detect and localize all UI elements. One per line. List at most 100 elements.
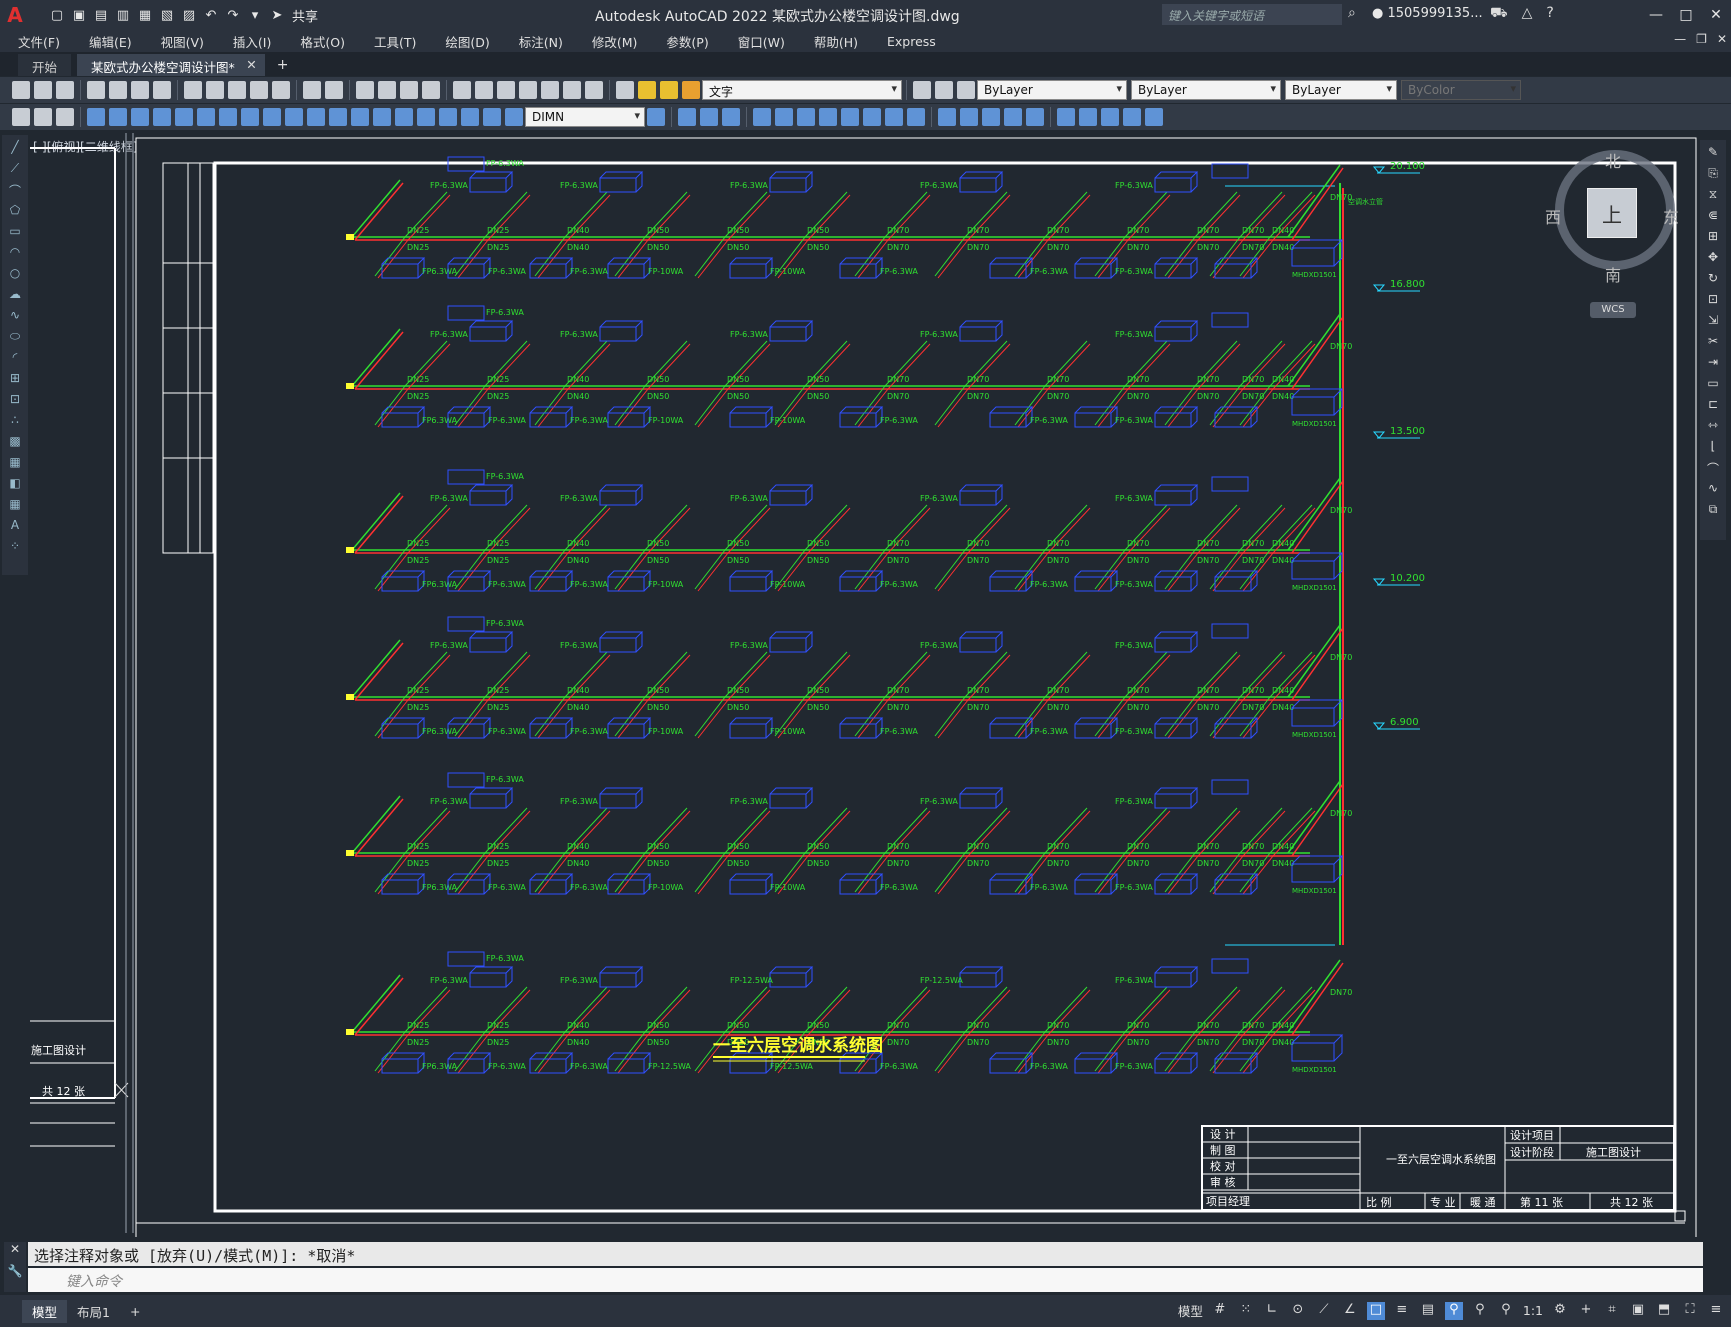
compass-north[interactable]: 北: [1605, 148, 1621, 172]
new-icon[interactable]: [12, 81, 30, 99]
annotation-visibility-icon[interactable]: ⚲: [1444, 1301, 1463, 1320]
dim-ordinate-icon[interactable]: [153, 108, 171, 126]
ellipse-icon[interactable]: ⬭: [7, 329, 23, 345]
customize-qat-icon[interactable]: ▾: [246, 6, 264, 24]
menu-help[interactable]: 帮助(H): [814, 32, 858, 51]
markup-icon[interactable]: [541, 81, 559, 99]
mirror-icon[interactable]: [722, 108, 740, 126]
zoom-previous-icon[interactable]: [422, 81, 440, 99]
polygon-icon[interactable]: ⬠: [7, 203, 23, 219]
ellipse-arc-icon[interactable]: ◜: [7, 350, 23, 366]
trim-icon[interactable]: [885, 108, 903, 126]
point-icon[interactable]: [1101, 108, 1119, 126]
hatch-icon[interactable]: [1123, 108, 1141, 126]
hatch-draw-icon[interactable]: ▩: [7, 434, 23, 450]
dim-space-icon[interactable]: [329, 108, 347, 126]
customize-command-icon[interactable]: 🔧: [4, 1264, 26, 1278]
print-icon[interactable]: ▨: [180, 6, 198, 24]
undo-icon[interactable]: ↶: [202, 6, 220, 24]
erase-icon[interactable]: [678, 108, 696, 126]
move-icon[interactable]: [797, 108, 815, 126]
dim-linear-icon[interactable]: [87, 108, 105, 126]
rotate-right-icon[interactable]: ↻: [1705, 271, 1721, 287]
tab-start[interactable]: 开始: [18, 54, 72, 76]
user-account[interactable]: ● 1505999135...: [1372, 6, 1483, 21]
dim-baseline-icon[interactable]: [285, 108, 303, 126]
menu-draw[interactable]: 绘图(D): [445, 32, 489, 51]
break-icon[interactable]: [938, 108, 956, 126]
linetype-dropdown[interactable]: ByLayer: [1131, 80, 1281, 100]
arc-length-icon[interactable]: [56, 108, 74, 126]
menu-dimension[interactable]: 标注(N): [519, 32, 563, 51]
rectangle-icon[interactable]: ▭: [7, 224, 23, 240]
viewcube[interactable]: 上 北 南 西 东: [1545, 148, 1679, 285]
customization-icon[interactable]: ≡: [1707, 1302, 1725, 1320]
offset-right-icon[interactable]: ⋐: [1705, 208, 1721, 224]
layer-color-dropdown[interactable]: ByLayer: [977, 80, 1127, 100]
redo-tool-icon[interactable]: [325, 81, 343, 99]
dim-update-icon[interactable]: [505, 108, 523, 126]
doc-restore-icon[interactable]: ❐: [1696, 32, 1707, 46]
tab-close-icon[interactable]: ✕: [246, 57, 256, 72]
compass-west[interactable]: 西: [1545, 204, 1561, 228]
model-space-toggle[interactable]: 模型: [1178, 1301, 1203, 1320]
ortho-icon[interactable]: ∟: [1263, 1302, 1281, 1320]
dim-arc-icon[interactable]: [131, 108, 149, 126]
block-editor-icon[interactable]: [272, 81, 290, 99]
tool-palettes-icon[interactable]: [497, 81, 515, 99]
region-icon[interactable]: [1145, 108, 1163, 126]
extend-icon[interactable]: [907, 108, 925, 126]
preview-icon[interactable]: [109, 81, 127, 99]
table-icon[interactable]: ▦: [7, 497, 23, 513]
break-right-icon[interactable]: ⊏: [1705, 397, 1721, 413]
publish-icon[interactable]: ▦: [136, 6, 154, 24]
calculator-icon[interactable]: [563, 81, 581, 99]
dim-jogged-icon[interactable]: [197, 108, 215, 126]
open-file-icon[interactable]: ▣: [70, 6, 88, 24]
doc-close-icon[interactable]: ✕: [1717, 32, 1727, 46]
erase-right-icon[interactable]: ✎: [1705, 145, 1721, 161]
join-icon[interactable]: [960, 108, 978, 126]
explode-right-icon[interactable]: ⧉: [1705, 502, 1721, 518]
autocad-logo-icon[interactable]: A: [0, 0, 30, 30]
arc-icon[interactable]: ◠: [7, 245, 23, 261]
plot-icon[interactable]: ▧: [158, 6, 176, 24]
scale-icon[interactable]: [841, 108, 859, 126]
spline-icon[interactable]: ∿: [7, 308, 23, 324]
doc-minimize-icon[interactable]: —: [1674, 32, 1686, 46]
add-selected-icon[interactable]: ⁘: [7, 539, 23, 555]
annotation-scale-value[interactable]: 1:1: [1523, 1303, 1543, 1318]
polar-icon[interactable]: ⊙: [1289, 1302, 1307, 1320]
pan-icon[interactable]: [356, 81, 374, 99]
layer-dropdown[interactable]: 文字: [702, 80, 902, 100]
construction-line-icon[interactable]: ⟋: [7, 161, 23, 177]
save-as-icon[interactable]: ▥: [114, 6, 132, 24]
menu-edit[interactable]: 编辑(E): [89, 32, 132, 51]
array-icon[interactable]: [775, 108, 793, 126]
line-icon[interactable]: ╱: [7, 140, 23, 156]
maximize-icon[interactable]: □: [1671, 0, 1701, 30]
publish-tool-icon[interactable]: [131, 81, 149, 99]
annotation-scale-icon[interactable]: ⚲: [1497, 1302, 1515, 1320]
save-tool-icon[interactable]: [56, 81, 74, 99]
annotation-monitor-icon[interactable]: +: [1577, 1302, 1595, 1320]
layer-freeze-icon[interactable]: [660, 81, 678, 99]
model-space-canvas[interactable]: 施工图设计 共 12 张 空调水立管 20.10016.80013.50010.…: [30, 133, 1700, 1237]
tab-layout1[interactable]: 布局1: [67, 1300, 120, 1323]
help-icon[interactable]: ?: [1546, 5, 1553, 23]
revcloud-icon[interactable]: ☁: [7, 287, 23, 303]
share-icon[interactable]: ➤: [268, 6, 286, 24]
menu-format[interactable]: 格式(O): [300, 32, 345, 51]
wcs-menu[interactable]: WCS: [1590, 302, 1636, 318]
tolerance-icon[interactable]: [373, 108, 391, 126]
search-icon[interactable]: ⌕: [1348, 5, 1356, 21]
dim-radius-icon[interactable]: [175, 108, 193, 126]
polyline-icon[interactable]: ⌒: [7, 182, 23, 198]
paste-icon[interactable]: [228, 81, 246, 99]
hardware-accel-icon[interactable]: ⬒: [1655, 1302, 1673, 1320]
workspace-gear-icon[interactable]: ⚙: [1551, 1302, 1569, 1320]
cut-icon[interactable]: [184, 81, 202, 99]
menu-tools[interactable]: 工具(T): [374, 32, 416, 51]
fillet-right-icon[interactable]: ⌒: [1705, 460, 1721, 476]
transparency-icon[interactable]: ▤: [1419, 1302, 1437, 1320]
